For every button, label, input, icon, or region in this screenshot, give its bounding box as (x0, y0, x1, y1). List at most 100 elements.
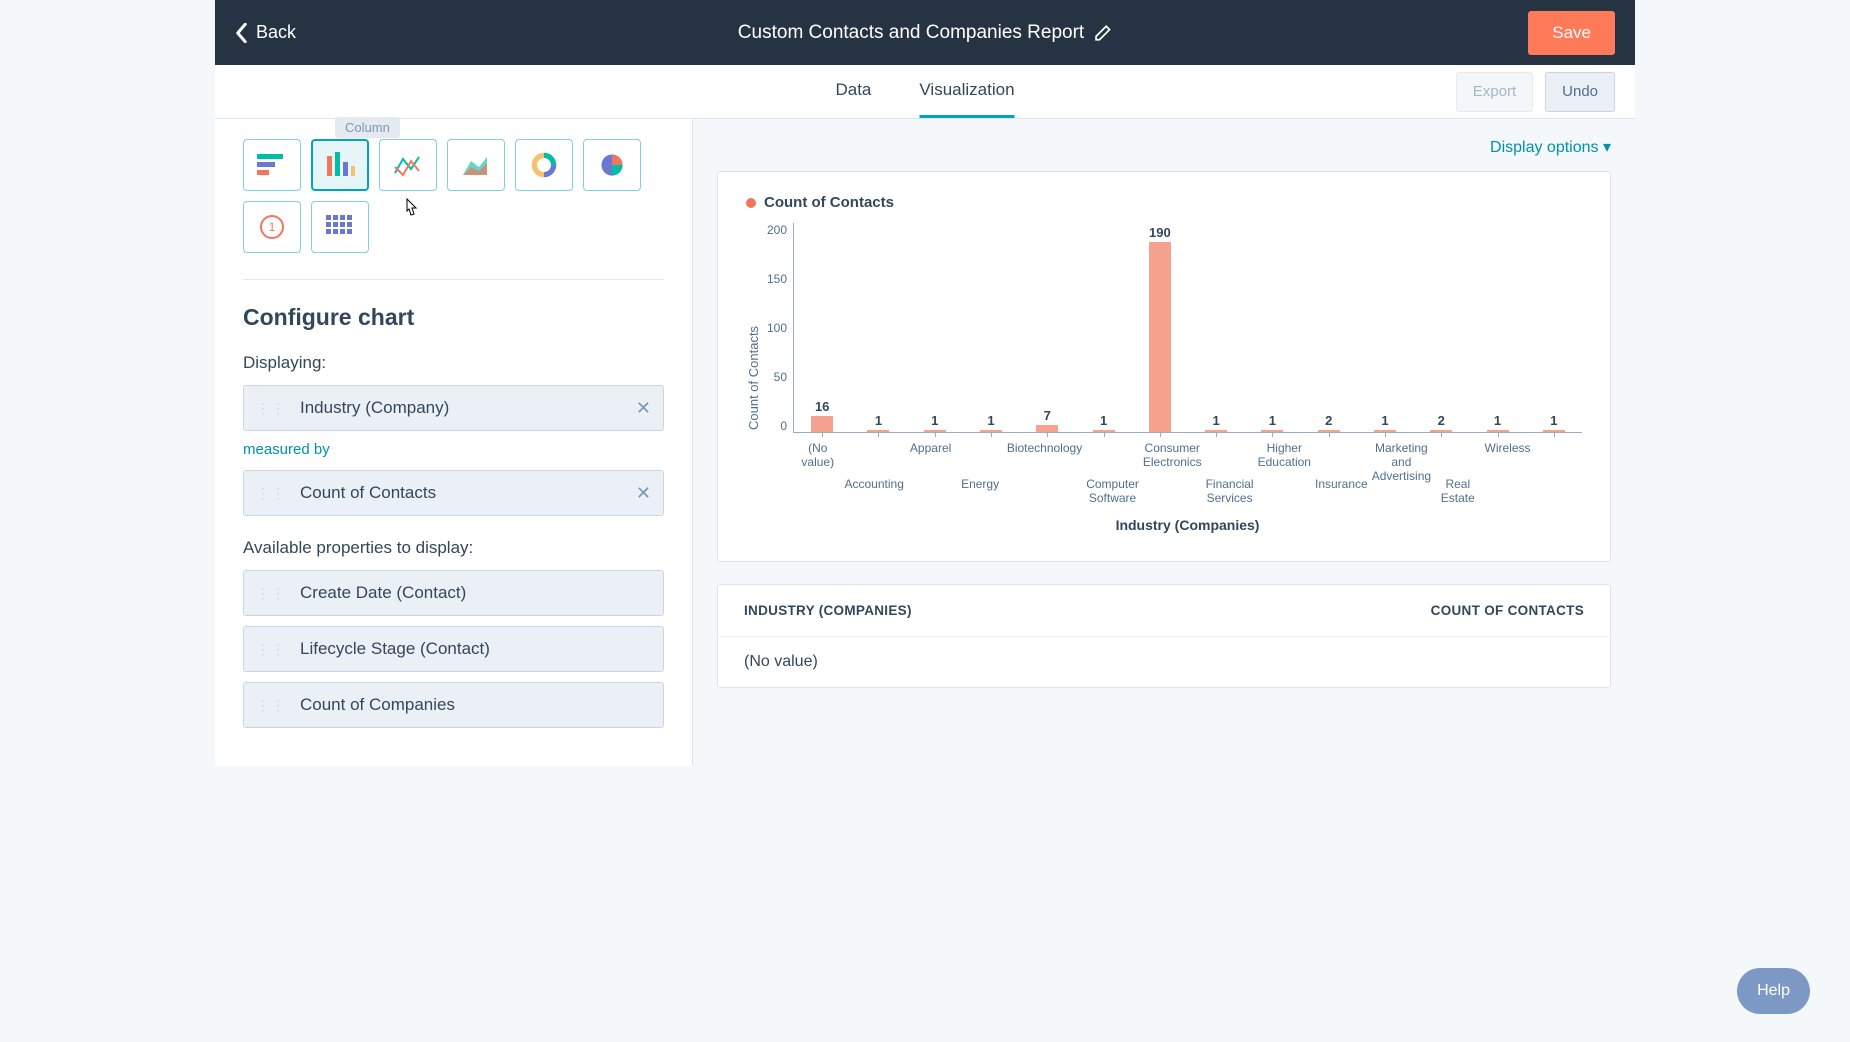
drag-handle-icon[interactable]: ⋮⋮ (256, 485, 286, 502)
available-chip-label: Lifecycle Stage (Contact) (300, 639, 651, 659)
chart-card: Count of Contacts Count of Contacts 2001… (717, 171, 1611, 562)
x-axis-label (1533, 441, 1582, 505)
x-axis-label: Energy (955, 441, 1004, 505)
svg-text:1: 1 (269, 220, 276, 234)
bar: 190 (1132, 223, 1188, 432)
x-axis-label: Financial Services (1204, 441, 1256, 505)
chart-type-pie[interactable] (583, 139, 641, 191)
top-bar: Back Custom Contacts and Companies Repor… (215, 0, 1635, 65)
cursor-pointer-icon (401, 197, 421, 221)
drag-handle-icon[interactable]: ⋮⋮ (256, 585, 286, 602)
legend-label: Count of Contacts (764, 194, 894, 211)
donut-icon (530, 151, 558, 179)
available-chip-label: Count of Companies (300, 695, 651, 715)
tab-visualization[interactable]: Visualization (919, 65, 1014, 118)
chart-type-area[interactable] (447, 139, 505, 191)
table-row[interactable]: (No value) (718, 636, 1610, 687)
bar: 2 (1301, 223, 1357, 432)
bar: 2 (1413, 223, 1469, 432)
displaying-chip-label: Industry (Company) (300, 398, 636, 418)
display-options-dropdown[interactable]: Display options ▾ (717, 137, 1611, 157)
drag-handle-icon[interactable]: ⋮⋮ (256, 641, 286, 658)
display-options-label: Display options (1490, 139, 1599, 156)
save-button[interactable]: Save (1528, 11, 1615, 55)
x-axis-label: Real Estate (1433, 441, 1482, 505)
chart-type-line[interactable] (379, 139, 437, 191)
drag-handle-icon[interactable]: ⋮⋮ (256, 400, 286, 417)
x-axis-labels: (No value)AccountingApparelEnergyBiotech… (793, 441, 1582, 505)
pie-icon (599, 152, 625, 178)
chart-type-bar-horizontal[interactable] (243, 139, 301, 191)
displaying-chip[interactable]: ⋮⋮ Industry (Company) ✕ (243, 385, 664, 431)
chart-type-donut[interactable] (515, 139, 573, 191)
x-axis-label: Marketing and Advertising (1370, 441, 1433, 505)
chart-type-picker: Column (243, 139, 664, 253)
bar: 1 (907, 223, 963, 432)
measured-by-chip[interactable]: ⋮⋮ Count of Contacts ✕ (243, 470, 664, 516)
displaying-label: Displaying: (243, 353, 664, 373)
bar: 1 (1244, 223, 1300, 432)
y-axis-title: Count of Contacts (746, 223, 761, 533)
page-title: Custom Contacts and Companies Report (738, 22, 1084, 44)
x-axis-label: Accounting (843, 441, 906, 505)
divider (243, 279, 664, 280)
x-axis-label: Biotechnology (1005, 441, 1084, 505)
remove-icon[interactable]: ✕ (636, 398, 651, 419)
table-header-industry: INDUSTRY (COMPANIES) (744, 603, 912, 618)
undo-button[interactable]: Undo (1545, 72, 1615, 112)
chart-type-table[interactable] (311, 201, 369, 253)
bar: 1 (850, 223, 906, 432)
back-button[interactable]: Back (235, 22, 296, 43)
bar: 1 (1075, 223, 1131, 432)
tab-row: Data Visualization Export Undo (215, 65, 1635, 119)
table-header-count: COUNT OF CONTACTS (1431, 603, 1584, 618)
bar: 1 (963, 223, 1019, 432)
remove-icon[interactable]: ✕ (636, 483, 651, 504)
table-icon (326, 215, 354, 239)
x-axis-label: Higher Education (1256, 441, 1313, 505)
configure-heading: Configure chart (243, 304, 664, 331)
measured-by-label: measured by (243, 441, 664, 458)
title-wrap: Custom Contacts and Companies Report (738, 22, 1112, 44)
bar: 1 (1526, 223, 1582, 432)
chart-type-bar-vertical[interactable] (311, 139, 369, 191)
bar: 1 (1188, 223, 1244, 432)
tab-data[interactable]: Data (835, 65, 871, 118)
area-icon (461, 153, 491, 177)
drag-handle-icon[interactable]: ⋮⋮ (256, 697, 286, 714)
pencil-icon[interactable] (1094, 24, 1112, 42)
export-button[interactable]: Export (1456, 72, 1533, 112)
legend-dot-icon (746, 198, 756, 208)
bar-horizontal-icon (257, 152, 287, 178)
x-axis-label: Apparel (906, 441, 955, 505)
bar: 16 (794, 223, 850, 432)
chart-legend: Count of Contacts (746, 194, 1582, 211)
x-axis-label: Consumer Electronics (1141, 441, 1204, 505)
main-panel: Display options ▾ Count of Contacts Coun… (693, 119, 1635, 766)
chart-plot: 16111711901121211 (793, 223, 1582, 433)
back-label: Back (256, 22, 296, 43)
sidebar: Column (215, 119, 693, 766)
bar: 1 (1469, 223, 1525, 432)
available-chip[interactable]: ⋮⋮Create Date (Contact) (243, 570, 664, 616)
chart-type-tooltip: Column (335, 117, 400, 138)
measured-by-chip-label: Count of Contacts (300, 483, 636, 503)
y-axis-ticks: 200150100500 (767, 223, 793, 433)
available-chip[interactable]: ⋮⋮ Count of Companies (243, 682, 664, 728)
x-axis-title: Industry (Companies) (793, 517, 1582, 533)
available-chip[interactable]: ⋮⋮ Lifecycle Stage (Contact) (243, 626, 664, 672)
available-label: Available properties to display: (243, 538, 664, 558)
bar-vertical-icon (325, 152, 355, 178)
bar: 7 (1019, 223, 1075, 432)
x-axis-label: Computer Software (1084, 441, 1141, 505)
x-axis-label: (No value) (793, 441, 842, 505)
line-icon (393, 153, 423, 177)
kpi-icon: 1 (259, 214, 285, 240)
chart-type-kpi[interactable]: 1 (243, 201, 301, 253)
bar: 1 (1357, 223, 1413, 432)
chevron-left-icon (235, 23, 248, 43)
help-button[interactable]: Help (1737, 968, 1810, 1014)
caret-down-icon: ▾ (1603, 139, 1611, 156)
data-table: INDUSTRY (COMPANIES) COUNT OF CONTACTS (… (717, 584, 1611, 688)
x-axis-label: Wireless (1483, 441, 1533, 505)
